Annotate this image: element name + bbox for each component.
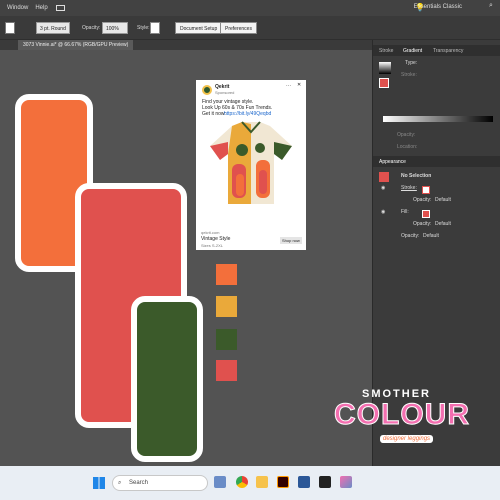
ad-card[interactable]: Qekrit Sponsored ··· ✕ Find your vintage… bbox=[196, 80, 306, 250]
gradient-opacity-row: Opacity: bbox=[373, 132, 500, 143]
search-icon: ⌕ bbox=[118, 480, 122, 486]
chrome-icon[interactable] bbox=[236, 476, 248, 488]
fill-swatch[interactable] bbox=[5, 22, 15, 34]
appearance-panel-tabs: Appearance bbox=[373, 156, 500, 167]
illustrator-icon[interactable] bbox=[277, 476, 289, 488]
watermark-line-3: designer leggings bbox=[380, 435, 434, 443]
opacity-default: Default bbox=[435, 197, 451, 203]
more-icon[interactable]: ··· bbox=[286, 83, 291, 89]
arrange-documents-icon[interactable] bbox=[55, 5, 65, 11]
opacity-label: Opacity: bbox=[82, 25, 101, 31]
tab-gradient[interactable]: Gradient bbox=[403, 48, 422, 54]
windows-start-icon[interactable] bbox=[93, 477, 105, 489]
word-icon[interactable] bbox=[298, 476, 310, 488]
no-selection-row: No Selection bbox=[373, 173, 500, 184]
ad-link[interactable]: https://bit.ly/49Qeqbd bbox=[224, 111, 271, 117]
opacity-label: Opacity: bbox=[413, 197, 432, 203]
object-opacity-row: Opacity: Default bbox=[373, 233, 500, 244]
ad-sponsored: Sponsored bbox=[215, 90, 235, 95]
gradient-opacity-label: Opacity: bbox=[397, 132, 416, 138]
ad-line-3: Get it now: bbox=[202, 111, 226, 117]
stroke-opacity-row: Opacity: Default bbox=[373, 197, 500, 208]
document-tab[interactable]: 3073 Vinnie.ai* @ 66.67% (RGB/GPU Previe… bbox=[18, 40, 134, 50]
gradient-type-row: Type: bbox=[373, 60, 500, 71]
taskbar-search-input[interactable]: ⌕ Search bbox=[112, 475, 208, 491]
gradient-stroke-label: Stroke: bbox=[401, 72, 417, 78]
preferences-button[interactable]: Preferences bbox=[220, 22, 257, 34]
tab-appearance[interactable]: Appearance bbox=[379, 159, 406, 165]
tab-transparency[interactable]: Transparency bbox=[433, 48, 463, 54]
document-setup-button[interactable]: Document Setup bbox=[175, 22, 223, 34]
swatch-gold[interactable] bbox=[216, 296, 237, 317]
workspace-switcher[interactable]: Essentials Classic bbox=[414, 4, 462, 10]
fill-label: Fill: bbox=[401, 209, 409, 215]
document-tab-bar: 3073 Vinnie.ai* @ 66.67% (RGB/GPU Previe… bbox=[0, 40, 372, 50]
search-icon[interactable]: ⌕ bbox=[489, 2, 493, 10]
fill-row[interactable]: ◉ Fill: bbox=[373, 209, 500, 220]
opacity-input[interactable]: 100% bbox=[102, 22, 128, 34]
visibility-eye-icon[interactable]: ◉ bbox=[381, 185, 385, 191]
watermark-logo: SMOTHER COLOUR designer leggings bbox=[322, 388, 472, 460]
product-subtitle: Sizes S-2XL bbox=[201, 243, 224, 248]
gradient-location-label: Location: bbox=[397, 144, 418, 150]
shop-now-button[interactable]: Shop now bbox=[280, 237, 302, 244]
no-selection-label: No Selection bbox=[401, 173, 432, 179]
ad-domain: qekrit.com bbox=[201, 230, 220, 235]
stroke-swatch[interactable] bbox=[422, 186, 430, 194]
opacity-label: Opacity: bbox=[401, 233, 420, 239]
taskbar: ⌕ Search bbox=[0, 466, 500, 500]
watermark-line-2: COLOUR bbox=[334, 398, 470, 432]
menu-item-window[interactable]: Window bbox=[7, 5, 28, 11]
swatch-red[interactable] bbox=[216, 360, 237, 381]
product-title: Vintage Style bbox=[201, 236, 231, 242]
fill-swatch-panel[interactable] bbox=[422, 210, 430, 218]
gradient-slider[interactable] bbox=[383, 116, 493, 122]
tab-stroke[interactable]: Stroke bbox=[379, 48, 393, 54]
style-label: Style: bbox=[137, 25, 150, 31]
gradient-stroke-row: Stroke: bbox=[373, 72, 500, 83]
swatch-orange[interactable] bbox=[216, 264, 237, 285]
app-icon-colorful[interactable] bbox=[340, 476, 352, 488]
gradient-type-label: Type: bbox=[405, 60, 418, 66]
opacity-default: Default bbox=[423, 233, 439, 239]
gradient-panel-tabs: Stroke Gradient Transparency bbox=[373, 45, 500, 56]
stroke-label: Stroke: bbox=[401, 185, 417, 191]
shirt-image[interactable] bbox=[202, 120, 300, 208]
control-bar: 3 pt. Round Opacity: 100% Style: Documen… bbox=[0, 16, 500, 40]
green-card[interactable] bbox=[131, 296, 203, 462]
gradient-location-row: Location: bbox=[373, 144, 500, 155]
search-placeholder: Search bbox=[129, 480, 149, 486]
brand-logo bbox=[202, 85, 212, 95]
opacity-label: Opacity: bbox=[413, 221, 432, 227]
menu-bar: Window Help 💡 Essentials Classic ⌕ bbox=[0, 0, 500, 16]
task-view-icon[interactable] bbox=[214, 476, 226, 488]
swatch-green[interactable] bbox=[216, 329, 237, 350]
stroke-row[interactable]: ◉ Stroke: bbox=[373, 185, 500, 196]
fill-opacity-row: Opacity: Default bbox=[373, 221, 500, 232]
stroke-weight-select[interactable]: 3 pt. Round bbox=[36, 22, 70, 34]
opacity-default: Default bbox=[435, 221, 451, 227]
file-explorer-icon[interactable] bbox=[256, 476, 268, 488]
close-icon[interactable]: ✕ bbox=[297, 82, 301, 88]
style-swatch[interactable] bbox=[150, 22, 160, 34]
app-icon-dark[interactable] bbox=[319, 476, 331, 488]
visibility-eye-icon[interactable]: ◉ bbox=[381, 209, 385, 215]
menu-item-help[interactable]: Help bbox=[35, 5, 47, 11]
